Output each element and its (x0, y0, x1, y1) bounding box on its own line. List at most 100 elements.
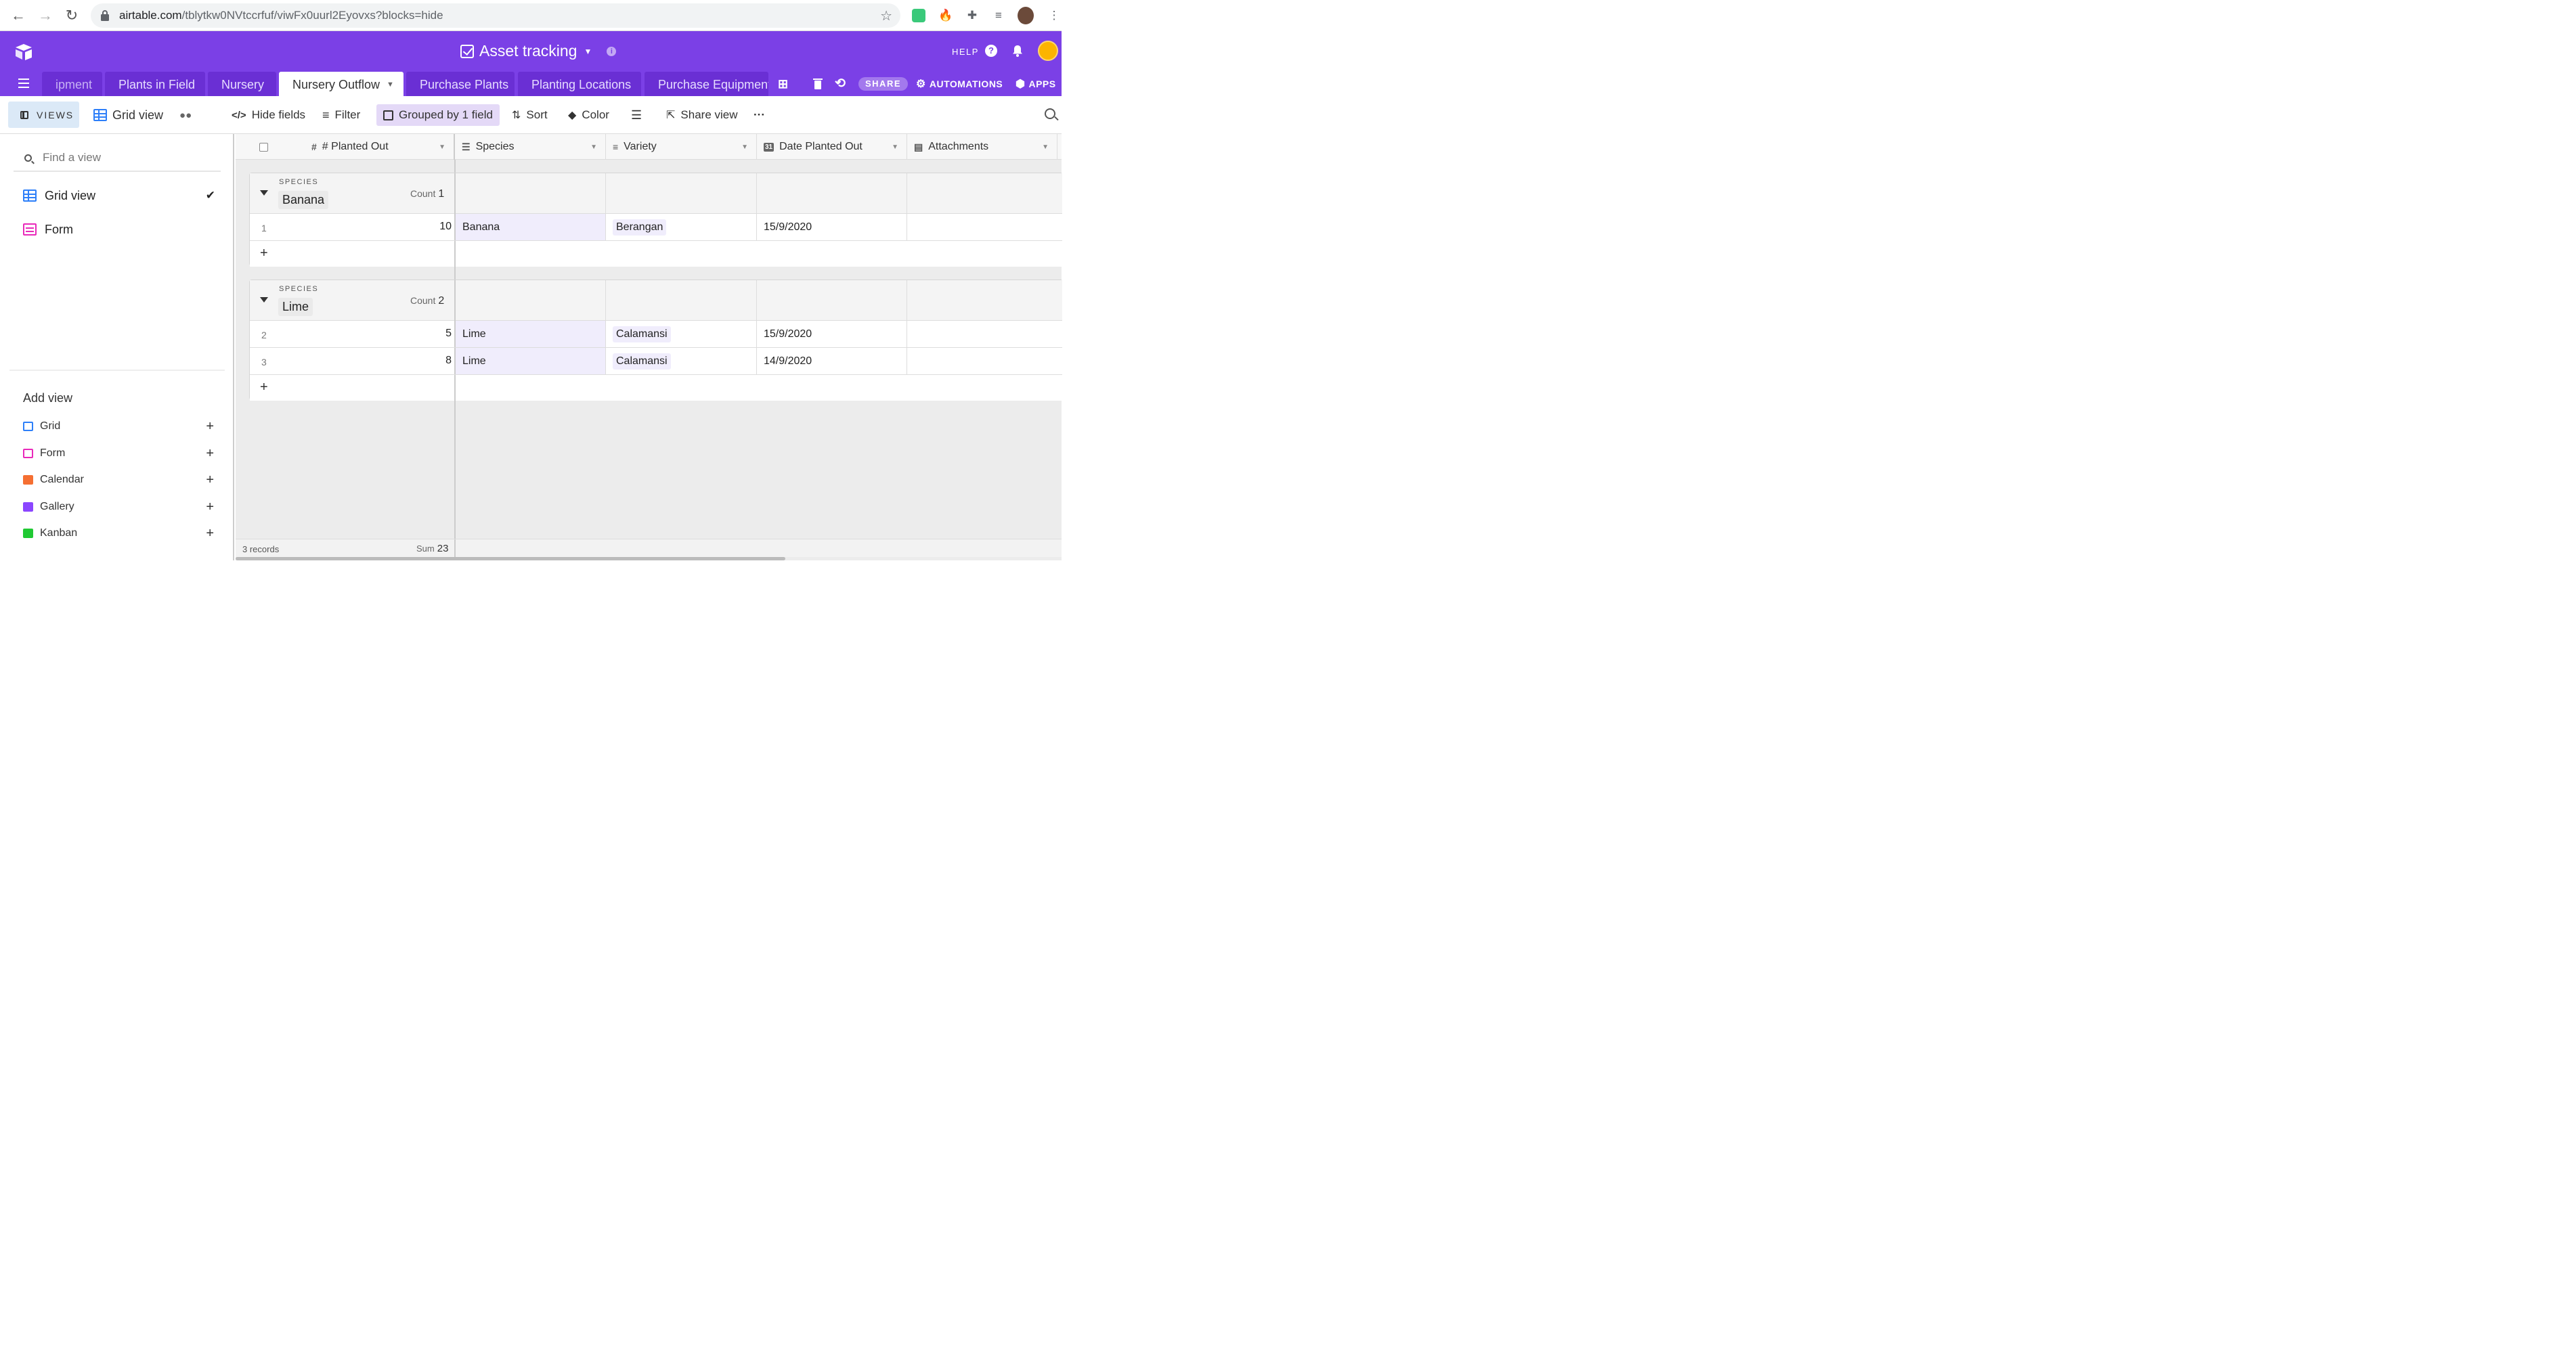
cell-species[interactable]: Lime (454, 348, 605, 374)
cell-attachments[interactable] (907, 321, 1062, 347)
menu-dots-icon[interactable]: ⋮ (1046, 7, 1062, 24)
cell-species[interactable]: Banana (454, 214, 605, 240)
add-calendar-view[interactable]: Calendar + (23, 472, 217, 488)
bookmark-star-icon[interactable]: ☆ (880, 7, 892, 24)
table-row[interactable]: 1 10 Banana Berangan 15/9/2020 (250, 214, 1062, 241)
divider (9, 370, 225, 371)
hamburger-menu-icon[interactable] (18, 79, 29, 88)
chevron-down-icon[interactable]: ▼ (1042, 143, 1049, 151)
address-bar[interactable]: airtable.com/tblytkw0NVtccrfuf/viwFx0uur… (91, 3, 900, 28)
cell-species[interactable]: Lime (454, 321, 605, 347)
airtable-logo-icon[interactable] (14, 42, 34, 62)
help-link[interactable]: HELP (952, 47, 979, 57)
cell-date[interactable]: 15/9/2020 (756, 321, 907, 347)
tab-purchase-equipment[interactable]: Purchase Equipment (645, 72, 768, 96)
base-title[interactable]: Asset tracking ▼ i (460, 42, 617, 60)
history-icon[interactable]: ⟲ (835, 76, 846, 91)
chevron-down-icon[interactable]: ▼ (892, 143, 898, 151)
share-button[interactable]: SHARE (858, 77, 909, 91)
collapse-triangle-icon[interactable] (260, 297, 268, 303)
more-options-button[interactable]: ··· (747, 104, 772, 126)
back-icon[interactable]: ← (10, 7, 26, 24)
puzzle-icon[interactable]: ✚ (964, 7, 980, 24)
bell-icon[interactable] (1011, 45, 1024, 57)
view-switcher[interactable]: Grid view ●● (87, 104, 198, 126)
question-icon[interactable]: ? (985, 45, 997, 57)
cell-variety[interactable]: Calamansi (605, 321, 756, 347)
row-height-button[interactable]: ☰ (624, 104, 649, 126)
forward-icon[interactable]: → (37, 7, 53, 24)
sidebar-icon (20, 110, 28, 119)
cell-attachments[interactable] (907, 214, 1062, 240)
tab-nursery[interactable]: Nursery (208, 72, 276, 96)
filter-button[interactable]: ≡ Filter (315, 104, 367, 126)
cell-planted-out[interactable]: 5 (385, 328, 452, 340)
add-form-view[interactable]: Form + (23, 445, 217, 462)
hide-fields-button[interactable]: </> Hide fields (225, 104, 312, 126)
cell-attachments[interactable] (907, 348, 1062, 374)
chevron-down-icon: ▼ (387, 81, 394, 89)
cell-date[interactable]: 14/9/2020 (756, 348, 907, 374)
apps-button[interactable]: ⬢ APPS (1016, 77, 1056, 91)
group-header[interactable]: SPECIES Lime Count 2 (250, 280, 1062, 321)
add-record-row[interactable]: + (250, 241, 1062, 267)
add-gallery-view[interactable]: Gallery + (23, 499, 217, 515)
cell-planted-out[interactable]: 10 (385, 221, 452, 233)
row-number: 3 (261, 357, 267, 367)
horizontal-scrollbar[interactable] (236, 557, 785, 560)
sidebar-view-grid[interactable]: Grid view ✔ (23, 185, 219, 206)
table-row[interactable]: 2 5 Lime Calamansi 15/9/2020 (250, 321, 1062, 348)
add-kanban-view[interactable]: Kanban + (23, 525, 217, 541)
tab-nursery-outflow[interactable]: Nursery Outflow ▼ (279, 72, 403, 96)
chevron-down-icon[interactable]: ▼ (439, 143, 445, 151)
tab-planting-locations[interactable]: Planting Locations (518, 72, 641, 96)
extension-icon[interactable] (911, 7, 927, 24)
group-button[interactable]: Grouped by 1 field (376, 104, 500, 126)
fire-extension-icon[interactable]: 🔥 (938, 7, 954, 24)
tab-plants-in-field[interactable]: Plants in Field (105, 72, 205, 96)
group-header[interactable]: SPECIES Banana Count 1 (250, 173, 1062, 214)
trash-icon[interactable] (813, 78, 823, 90)
cell-planted-out[interactable]: 8 (385, 355, 452, 367)
calendar-icon (23, 475, 33, 485)
column-header-row: # # Planted Out ▼ ☰ Species ▼ ≡ Variety ▼ 31 D… (236, 134, 1062, 160)
add-record-row[interactable]: + (250, 375, 1062, 401)
kanban-icon (23, 529, 33, 538)
sort-button[interactable]: ⇅ Sort (505, 104, 554, 126)
share-view-button[interactable]: ⇱ Share view (659, 104, 745, 126)
info-icon[interactable]: i (607, 46, 617, 56)
profile-avatar[interactable] (1018, 7, 1034, 24)
table-row[interactable]: 3 8 Lime Calamansi 14/9/2020 (250, 348, 1062, 375)
collapse-triangle-icon[interactable] (260, 190, 268, 196)
automations-button[interactable]: ⚙ AUTOMATIONS (916, 77, 1003, 91)
plus-icon: + (206, 525, 214, 541)
column-header-date-planted-out[interactable]: 31 Date Planted Out ▼ (757, 134, 907, 160)
views-toggle-button[interactable]: VIEWS (8, 102, 79, 128)
column-header-variety[interactable]: ≡ Variety ▼ (606, 134, 757, 160)
user-avatar[interactable] (1038, 41, 1058, 61)
search-icon[interactable] (1045, 108, 1055, 119)
find-view-input[interactable]: Find a view (14, 145, 221, 172)
add-table-icon[interactable]: ⊞ (778, 77, 789, 91)
sum-summary[interactable]: Sum 23 (416, 543, 448, 554)
add-grid-view[interactable]: Grid + (23, 418, 217, 435)
cell-date[interactable]: 15/9/2020 (756, 214, 907, 240)
sidebar-view-form[interactable]: Form (23, 219, 219, 240)
calendar-icon: 31 (764, 142, 774, 152)
tab-equipment[interactable]: ipment (42, 72, 102, 96)
column-header-planted-out[interactable]: # # Planted Out ▼ (236, 134, 455, 160)
cell-variety[interactable]: Berangan (605, 214, 756, 240)
cell-variety[interactable]: Calamansi (605, 348, 756, 374)
divider (454, 539, 456, 558)
tab-purchase-plants[interactable]: Purchase Plants (406, 72, 515, 96)
chevron-down-icon[interactable]: ▼ (590, 143, 597, 151)
column-header-attachments[interactable]: ▤ Attachments ▼ (907, 134, 1057, 160)
column-header-species[interactable]: ☰ Species ▼ (455, 134, 606, 160)
reload-icon[interactable]: ↻ (64, 7, 80, 24)
row-number: 1 (261, 223, 267, 233)
media-queue-icon[interactable]: ≡ (990, 7, 1007, 24)
select-all-checkbox[interactable] (259, 142, 268, 152)
color-button[interactable]: ◆ Color (561, 104, 616, 126)
row-height-icon: ☰ (631, 108, 642, 122)
chevron-down-icon[interactable]: ▼ (741, 143, 748, 151)
